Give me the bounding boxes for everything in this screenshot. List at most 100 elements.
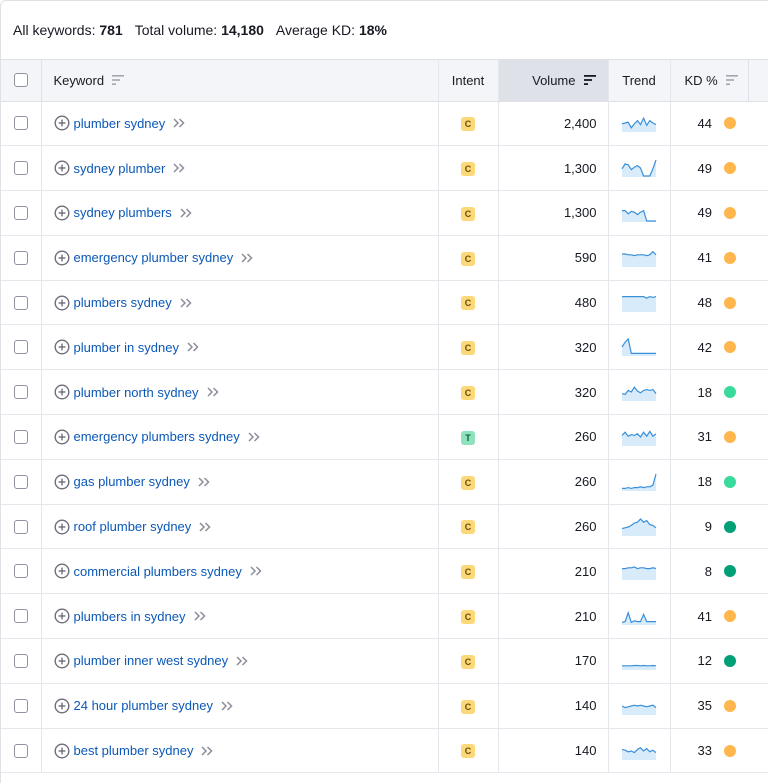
add-keyword-icon[interactable] bbox=[53, 474, 70, 490]
add-keyword-icon[interactable] bbox=[53, 608, 70, 624]
intent-cell: C bbox=[438, 638, 499, 684]
trend-sparkline bbox=[621, 517, 657, 536]
keyword-cell: sydney plumber bbox=[41, 145, 439, 192]
row-checkbox[interactable] bbox=[14, 205, 28, 220]
add-keyword-icon[interactable] bbox=[53, 519, 70, 535]
trend-cell bbox=[608, 593, 671, 640]
double-chevron-right-icon[interactable] bbox=[198, 521, 212, 533]
keyword-link[interactable]: plumber north sydney bbox=[74, 385, 199, 400]
double-chevron-right-icon[interactable] bbox=[206, 386, 220, 398]
keyword-link[interactable]: best plumber sydney bbox=[74, 743, 194, 758]
keyword-link[interactable]: sydney plumber bbox=[74, 161, 166, 176]
row-checkbox[interactable] bbox=[14, 519, 28, 534]
overflow-cell bbox=[748, 459, 768, 505]
keyword-link[interactable]: emergency plumber sydney bbox=[74, 250, 234, 265]
keyword-link[interactable]: 24 hour plumber sydney bbox=[74, 698, 213, 713]
keyword-link[interactable]: emergency plumbers sydney bbox=[74, 429, 240, 444]
trend-sparkline bbox=[622, 566, 657, 581]
double-chevron-right-icon[interactable] bbox=[249, 565, 263, 577]
add-keyword-icon[interactable] bbox=[53, 115, 70, 131]
kd-column-header[interactable]: KD % bbox=[670, 60, 749, 102]
add-keyword-icon[interactable] bbox=[53, 250, 70, 266]
keyword-link[interactable]: plumbers sydney bbox=[74, 295, 172, 310]
intent-badge[interactable]: C bbox=[461, 385, 475, 400]
row-checkbox[interactable] bbox=[14, 743, 28, 758]
trend-cell bbox=[608, 728, 671, 774]
trend-area bbox=[622, 387, 656, 402]
double-chevron-right-icon[interactable] bbox=[179, 297, 193, 309]
add-keyword-icon[interactable] bbox=[53, 653, 70, 669]
intent-badge[interactable]: C bbox=[461, 161, 475, 176]
double-chevron-right-icon[interactable] bbox=[179, 207, 193, 219]
intent-badge[interactable]: C bbox=[461, 296, 475, 311]
row-checkbox[interactable] bbox=[14, 474, 28, 489]
intent-badge[interactable]: C bbox=[461, 251, 475, 266]
add-keyword-icon[interactable] bbox=[53, 339, 70, 355]
keyword-link[interactable]: plumber sydney bbox=[74, 116, 166, 131]
overflow-cell bbox=[748, 638, 768, 684]
row-checkbox[interactable] bbox=[14, 429, 28, 444]
add-keyword-icon[interactable] bbox=[53, 563, 70, 579]
double-chevron-right-icon[interactable] bbox=[200, 745, 214, 757]
sort-icon[interactable] bbox=[725, 75, 738, 86]
intent-column-header[interactable]: Intent bbox=[438, 60, 499, 102]
trend-column-header: Trend bbox=[608, 60, 671, 102]
double-chevron-right-icon[interactable] bbox=[240, 252, 254, 264]
double-chevron-right-icon[interactable] bbox=[247, 431, 261, 443]
add-keyword-icon[interactable] bbox=[53, 429, 70, 445]
keyword-summary-bar: All keywords: 781 Total volume: 14,180 A… bbox=[1, 1, 768, 60]
double-chevron-right-icon[interactable] bbox=[235, 655, 249, 667]
double-chevron-right-icon[interactable] bbox=[220, 700, 234, 712]
intent-badge[interactable]: C bbox=[461, 117, 475, 132]
intent-badge[interactable]: C bbox=[461, 341, 475, 356]
keyword-link[interactable]: gas plumber sydney bbox=[74, 474, 190, 489]
row-checkbox[interactable] bbox=[14, 698, 28, 713]
intent-badge[interactable]: T bbox=[461, 430, 475, 445]
add-keyword-icon[interactable] bbox=[53, 295, 70, 311]
sort-desc-icon[interactable] bbox=[583, 75, 596, 86]
add-keyword-icon[interactable] bbox=[53, 205, 70, 221]
double-chevron-right-icon[interactable] bbox=[172, 117, 186, 129]
trend-area bbox=[622, 296, 656, 312]
keyword-column-header[interactable]: Keyword bbox=[41, 60, 439, 102]
keyword-cell: 24 hour plumber sydney bbox=[41, 683, 439, 729]
volume-column-header[interactable]: Volume bbox=[498, 60, 609, 102]
intent-badge[interactable]: C bbox=[461, 654, 475, 669]
double-chevron-right-icon[interactable] bbox=[186, 341, 200, 353]
double-chevron-right-icon[interactable] bbox=[197, 476, 211, 488]
keyword-link[interactable]: plumber in sydney bbox=[74, 340, 180, 355]
double-chevron-right-icon[interactable] bbox=[172, 162, 186, 174]
intent-badge[interactable]: C bbox=[461, 520, 475, 535]
table-row: commercial plumbers sydney C 210 8 bbox=[1, 548, 768, 595]
intent-badge[interactable]: C bbox=[461, 699, 475, 714]
row-checkbox[interactable] bbox=[14, 116, 28, 131]
trend-sparkline bbox=[621, 611, 656, 626]
sort-icon[interactable] bbox=[112, 75, 125, 86]
keyword-link[interactable]: roof plumber sydney bbox=[74, 519, 192, 534]
double-chevron-right-icon[interactable] bbox=[193, 610, 207, 622]
add-keyword-icon[interactable] bbox=[53, 743, 70, 759]
row-checkbox[interactable] bbox=[14, 250, 28, 265]
row-checkbox[interactable] bbox=[14, 609, 28, 624]
keyword-link[interactable]: plumber inner west sydney bbox=[74, 653, 229, 668]
row-checkbox[interactable] bbox=[14, 295, 28, 310]
add-keyword-icon[interactable] bbox=[53, 160, 70, 176]
intent-badge[interactable]: C bbox=[461, 744, 475, 759]
table-row: sydney plumber C 1,300 49 bbox=[1, 145, 768, 192]
row-checkbox[interactable] bbox=[14, 564, 28, 579]
keyword-link[interactable]: plumbers in sydney bbox=[74, 609, 186, 624]
row-checkbox[interactable] bbox=[14, 653, 28, 668]
row-checkbox[interactable] bbox=[14, 385, 28, 400]
intent-cell: C bbox=[438, 548, 499, 595]
add-keyword-icon[interactable] bbox=[53, 384, 70, 400]
select-all-checkbox[interactable] bbox=[14, 73, 28, 88]
intent-badge[interactable]: C bbox=[461, 609, 475, 624]
intent-badge[interactable]: C bbox=[461, 206, 475, 221]
intent-badge[interactable]: C bbox=[461, 565, 475, 580]
add-keyword-icon[interactable] bbox=[53, 698, 70, 714]
keyword-link[interactable]: commercial plumbers sydney bbox=[74, 564, 242, 579]
row-checkbox[interactable] bbox=[14, 340, 28, 355]
intent-badge[interactable]: C bbox=[461, 475, 475, 490]
row-checkbox[interactable] bbox=[14, 161, 28, 176]
keyword-link[interactable]: sydney plumbers bbox=[74, 205, 172, 220]
